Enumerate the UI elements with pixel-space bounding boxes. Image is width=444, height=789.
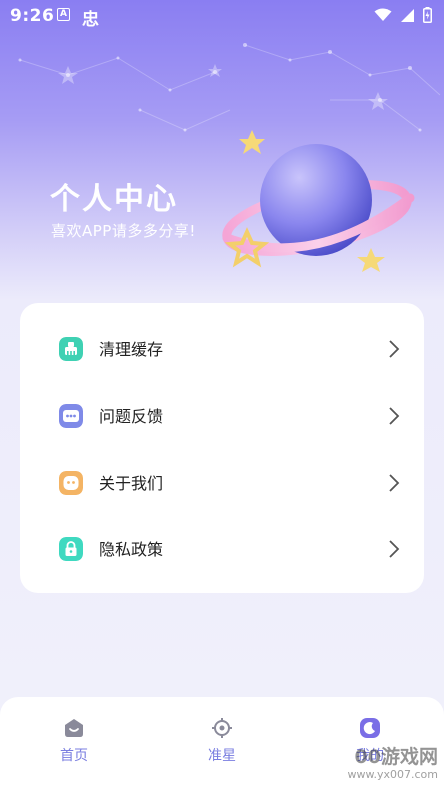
- lock-icon: [59, 537, 83, 561]
- menu-item-feedback[interactable]: 问题反馈: [20, 386, 424, 446]
- chevron-right-icon: [389, 407, 400, 425]
- moon-icon: [360, 718, 380, 738]
- broom-icon: [59, 337, 83, 361]
- app-notification-icon: 忠: [82, 10, 99, 30]
- chevron-right-icon: [389, 474, 400, 492]
- status-icons: [374, 7, 432, 23]
- chevron-right-icon: [389, 340, 400, 358]
- chat-dots-icon: [59, 404, 83, 428]
- watermark-url: www.yx007.com: [347, 768, 438, 781]
- menu-item-about-us[interactable]: 关于我们: [20, 453, 424, 513]
- profile-screen: 9:26 A 忠 个人中心 喜欢APP请多多分享! 清理缓存 问题反馈 关于我们…: [0, 0, 444, 789]
- watermark-brand: 00游戏网: [354, 746, 438, 768]
- menu-item-clear-cache[interactable]: 清理缓存: [20, 319, 424, 379]
- nav-tab-label: 首页: [60, 748, 88, 764]
- nav-tab-label: 准星: [208, 748, 236, 764]
- planet-illustration: [222, 130, 415, 272]
- status-bar: 9:26 A 忠: [0, 0, 444, 32]
- chevron-right-icon: [389, 540, 400, 558]
- settings-menu-card: 清理缓存 问题反馈 关于我们 隐私政策: [20, 303, 424, 593]
- nav-tab-home[interactable]: 首页: [0, 697, 148, 789]
- menu-item-privacy-policy[interactable]: 隐私政策: [20, 519, 424, 579]
- battery-charging-icon: [423, 7, 432, 23]
- page-subtitle: 喜欢APP请多多分享!: [51, 222, 196, 240]
- smile-icon: [59, 471, 83, 495]
- menu-item-label: 隐私政策: [99, 540, 164, 559]
- menu-item-label: 问题反馈: [99, 407, 164, 426]
- menu-item-label: 清理缓存: [99, 340, 164, 359]
- home-icon: [65, 719, 83, 737]
- a-notification-icon: A: [57, 8, 70, 21]
- wifi-icon: [374, 8, 392, 21]
- page-title: 个人中心: [50, 182, 178, 217]
- signal-icon: [401, 8, 414, 22]
- status-time: 9:26: [10, 6, 55, 26]
- menu-item-label: 关于我们: [99, 474, 164, 493]
- crosshair-icon: [212, 718, 232, 738]
- nav-tab-crosshair[interactable]: 准星: [148, 697, 296, 789]
